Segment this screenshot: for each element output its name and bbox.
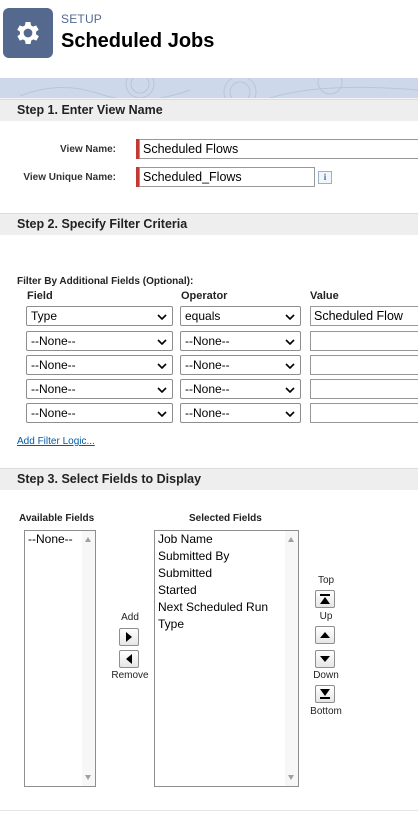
gear-icon [3, 8, 53, 58]
filter-value-input[interactable] [310, 355, 418, 375]
setup-breadcrumb: SETUP [61, 12, 103, 26]
page-header: SETUP Scheduled Jobs [0, 0, 418, 78]
step2-heading: Step 2. Specify Filter Criteria [0, 213, 418, 235]
column-field: Field [27, 290, 53, 302]
scroll-down-icon [288, 775, 294, 780]
info-icon[interactable]: i [318, 171, 332, 184]
filter-operator-select[interactable]: --None-- [180, 331, 301, 351]
scroll-up-icon [85, 537, 91, 542]
add-label: Add [121, 612, 139, 623]
filter-value-input[interactable] [310, 331, 418, 351]
available-fields-list[interactable]: --None-- [24, 530, 96, 787]
available-fields-label: Available Fields [19, 513, 95, 524]
scroll-down-icon [85, 775, 91, 780]
chevron-down-icon [157, 314, 167, 321]
selected-fields-label: Selected Fields [189, 513, 262, 524]
view-unique-name-label: View Unique Name: [23, 172, 116, 183]
scrollbar[interactable] [82, 531, 95, 786]
up-label: Up [319, 611, 333, 622]
arrow-left-icon [126, 654, 132, 664]
filter-field-select[interactable]: --None-- [26, 379, 173, 399]
move-bottom-button[interactable] [315, 685, 335, 703]
chevron-down-icon [285, 314, 295, 321]
view-unique-name-input[interactable]: Scheduled_Flows [139, 167, 315, 187]
selected-field-option[interactable]: Type [155, 616, 298, 633]
filter-operator-value: --None-- [185, 406, 230, 420]
decorative-banner [0, 78, 418, 98]
scroll-up-icon [288, 537, 294, 542]
chevron-down-icon [285, 411, 295, 418]
filter-operator-select[interactable]: --None-- [180, 355, 301, 375]
chevron-down-icon [285, 387, 295, 394]
footer-divider [0, 810, 418, 811]
selected-field-option[interactable]: Submitted By [155, 548, 298, 565]
view-name-label: View Name: [60, 144, 116, 155]
filter-field-value: --None-- [31, 382, 76, 396]
selected-fields-list[interactable]: Job Name Submitted By Submitted Started Next… [154, 530, 299, 787]
selected-field-option[interactable]: Submitted [155, 565, 298, 582]
filter-operator-select[interactable]: --None-- [180, 379, 301, 399]
step2-panel [0, 235, 418, 468]
filter-operator-value: --None-- [185, 382, 230, 396]
filter-value-input[interactable]: Scheduled Flow [310, 306, 418, 326]
filter-operator-value: --None-- [185, 358, 230, 372]
page-title: Scheduled Jobs [61, 30, 215, 52]
chevron-down-icon [285, 363, 295, 370]
arrow-top-icon [320, 594, 330, 604]
scrollbar[interactable] [285, 531, 298, 786]
arrow-bottom-icon [320, 689, 330, 699]
chevron-down-icon [157, 339, 167, 346]
top-label: Top [317, 575, 335, 586]
arrow-right-icon [126, 632, 132, 642]
filter-title: Filter By Additional Fields (Optional): [17, 276, 194, 287]
view-name-input[interactable]: Scheduled Flows [139, 139, 418, 159]
filter-field-select[interactable]: --None-- [26, 331, 173, 351]
move-up-button[interactable] [315, 626, 335, 644]
column-operator: Operator [181, 290, 228, 302]
step3-heading: Step 3. Select Fields to Display [0, 468, 418, 490]
remove-label: Remove [111, 670, 149, 681]
add-filter-logic-link[interactable]: Add Filter Logic... [17, 436, 95, 447]
filter-operator-select[interactable]: --None-- [180, 403, 301, 423]
column-value: Value [310, 290, 339, 302]
arrow-down-icon [320, 656, 330, 662]
filter-field-value: --None-- [31, 406, 76, 420]
filter-value-input[interactable] [310, 403, 418, 423]
remove-button[interactable] [119, 650, 139, 668]
filter-field-select[interactable]: Type [26, 306, 173, 326]
filter-value-input[interactable] [310, 379, 418, 399]
down-label: Down [313, 670, 339, 681]
filter-field-select[interactable]: --None-- [26, 403, 173, 423]
filter-field-value: --None-- [31, 334, 76, 348]
filter-field-select[interactable]: --None-- [26, 355, 173, 375]
filter-field-value: --None-- [31, 358, 76, 372]
filter-operator-select[interactable]: equals [180, 306, 301, 326]
chevron-down-icon [157, 411, 167, 418]
chevron-down-icon [285, 339, 295, 346]
move-top-button[interactable] [315, 590, 335, 608]
selected-field-option[interactable]: Next Scheduled Run [155, 599, 298, 616]
selected-field-option[interactable]: Started [155, 582, 298, 599]
selected-field-option[interactable]: Job Name [155, 531, 298, 548]
filter-operator-value: --None-- [185, 334, 230, 348]
chevron-down-icon [157, 387, 167, 394]
chevron-down-icon [157, 363, 167, 370]
bottom-label: Bottom [310, 706, 342, 717]
arrow-up-icon [320, 632, 330, 638]
step1-heading: Step 1. Enter View Name [0, 99, 418, 121]
move-down-button[interactable] [315, 650, 335, 668]
filter-field-value: Type [31, 309, 58, 323]
filter-operator-value: equals [185, 309, 221, 323]
add-button[interactable] [119, 628, 139, 646]
